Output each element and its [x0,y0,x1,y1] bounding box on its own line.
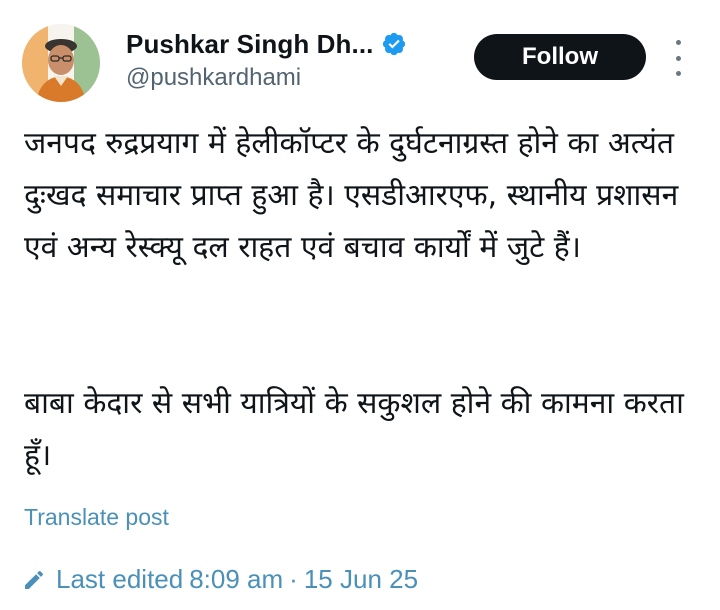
separator-dot: · [289,564,298,594]
author-name-row: Pushkar Singh Dh... [126,26,407,62]
edited-time: 8:09 am [189,564,284,594]
avatar[interactable] [22,24,100,102]
verified-badge-icon [382,32,405,56]
more-vertical-icon[interactable] [670,40,686,76]
pencil-icon [25,570,44,589]
avatar-image [22,24,100,102]
post-card: Pushkar Singh Dh... @pushkardhami Follow… [0,0,720,610]
follow-button[interactable]: Follow [474,34,646,80]
edited-label: Last edited [56,564,184,594]
translate-post-link[interactable]: Translate post [24,504,169,531]
edited-timestamp[interactable]: Last edited 8:09 am · 15 Jun 25 [22,564,418,595]
edited-date: 15 Jun 25 [303,564,419,594]
post-text-paragraph-2: बाबा केदार से सभी यात्रियों के सकुशल होन… [24,386,684,473]
author-display-name[interactable]: Pushkar Singh Dh... [126,29,374,60]
author-handle[interactable]: @pushkardhami [126,64,301,92]
post-text-paragraph-1: जनपद रुद्रप्रयाग में हेलीकॉप्टर के दुर्घ… [24,126,679,265]
